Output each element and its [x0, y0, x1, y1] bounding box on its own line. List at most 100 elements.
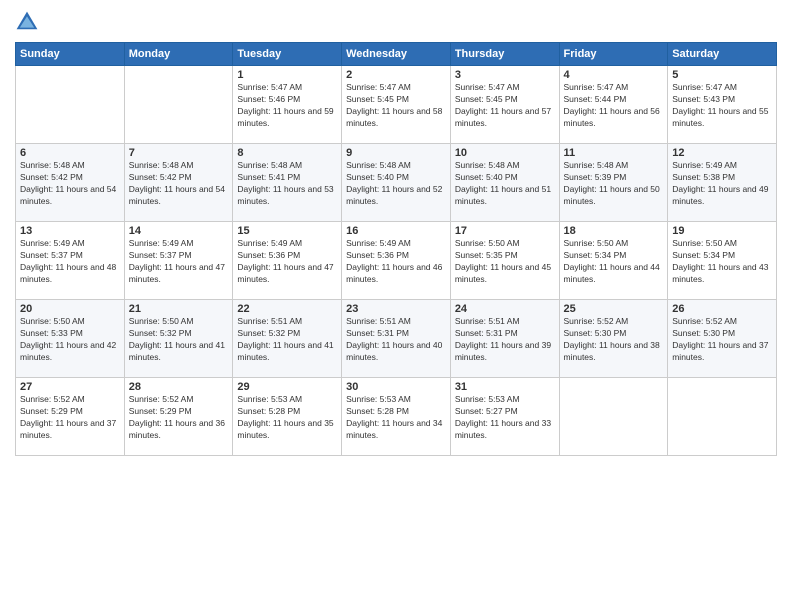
day-info: Sunrise: 5:47 AM Sunset: 5:43 PM Dayligh…	[672, 82, 772, 130]
day-info: Sunrise: 5:48 AM Sunset: 5:40 PM Dayligh…	[455, 160, 555, 208]
day-number: 4	[564, 69, 664, 81]
day-number: 20	[20, 303, 120, 315]
day-number: 29	[237, 381, 337, 393]
day-info: Sunrise: 5:51 AM Sunset: 5:32 PM Dayligh…	[237, 316, 337, 364]
day-number: 8	[237, 147, 337, 159]
calendar-cell: 14Sunrise: 5:49 AM Sunset: 5:37 PM Dayli…	[124, 222, 233, 300]
day-number: 30	[346, 381, 446, 393]
calendar-cell: 3Sunrise: 5:47 AM Sunset: 5:45 PM Daylig…	[450, 66, 559, 144]
calendar-cell: 4Sunrise: 5:47 AM Sunset: 5:44 PM Daylig…	[559, 66, 668, 144]
calendar-cell: 18Sunrise: 5:50 AM Sunset: 5:34 PM Dayli…	[559, 222, 668, 300]
week-row-4: 20Sunrise: 5:50 AM Sunset: 5:33 PM Dayli…	[16, 300, 777, 378]
day-info: Sunrise: 5:53 AM Sunset: 5:28 PM Dayligh…	[237, 394, 337, 442]
day-info: Sunrise: 5:48 AM Sunset: 5:42 PM Dayligh…	[129, 160, 229, 208]
day-number: 14	[129, 225, 229, 237]
calendar-cell: 20Sunrise: 5:50 AM Sunset: 5:33 PM Dayli…	[16, 300, 125, 378]
calendar-cell	[16, 66, 125, 144]
day-number: 26	[672, 303, 772, 315]
calendar-cell: 5Sunrise: 5:47 AM Sunset: 5:43 PM Daylig…	[668, 66, 777, 144]
day-info: Sunrise: 5:50 AM Sunset: 5:34 PM Dayligh…	[672, 238, 772, 286]
day-number: 31	[455, 381, 555, 393]
day-number: 7	[129, 147, 229, 159]
day-info: Sunrise: 5:48 AM Sunset: 5:41 PM Dayligh…	[237, 160, 337, 208]
day-number: 10	[455, 147, 555, 159]
calendar-cell	[124, 66, 233, 144]
day-number: 3	[455, 69, 555, 81]
day-number: 19	[672, 225, 772, 237]
day-info: Sunrise: 5:50 AM Sunset: 5:33 PM Dayligh…	[20, 316, 120, 364]
day-number: 16	[346, 225, 446, 237]
logo	[15, 10, 43, 34]
calendar-cell: 22Sunrise: 5:51 AM Sunset: 5:32 PM Dayli…	[233, 300, 342, 378]
day-number: 22	[237, 303, 337, 315]
day-info: Sunrise: 5:50 AM Sunset: 5:32 PM Dayligh…	[129, 316, 229, 364]
day-info: Sunrise: 5:47 AM Sunset: 5:44 PM Dayligh…	[564, 82, 664, 130]
day-info: Sunrise: 5:49 AM Sunset: 5:37 PM Dayligh…	[20, 238, 120, 286]
day-number: 2	[346, 69, 446, 81]
calendar-cell: 9Sunrise: 5:48 AM Sunset: 5:40 PM Daylig…	[342, 144, 451, 222]
week-row-1: 1Sunrise: 5:47 AM Sunset: 5:46 PM Daylig…	[16, 66, 777, 144]
day-info: Sunrise: 5:49 AM Sunset: 5:37 PM Dayligh…	[129, 238, 229, 286]
header	[15, 10, 777, 34]
calendar-cell: 15Sunrise: 5:49 AM Sunset: 5:36 PM Dayli…	[233, 222, 342, 300]
weekday-header-monday: Monday	[124, 43, 233, 66]
calendar-cell: 21Sunrise: 5:50 AM Sunset: 5:32 PM Dayli…	[124, 300, 233, 378]
day-number: 28	[129, 381, 229, 393]
calendar-cell: 23Sunrise: 5:51 AM Sunset: 5:31 PM Dayli…	[342, 300, 451, 378]
day-info: Sunrise: 5:49 AM Sunset: 5:36 PM Dayligh…	[237, 238, 337, 286]
day-number: 23	[346, 303, 446, 315]
calendar-cell: 31Sunrise: 5:53 AM Sunset: 5:27 PM Dayli…	[450, 378, 559, 456]
day-number: 12	[672, 147, 772, 159]
day-info: Sunrise: 5:53 AM Sunset: 5:27 PM Dayligh…	[455, 394, 555, 442]
calendar-cell	[668, 378, 777, 456]
day-number: 15	[237, 225, 337, 237]
calendar-cell: 26Sunrise: 5:52 AM Sunset: 5:30 PM Dayli…	[668, 300, 777, 378]
calendar-cell: 2Sunrise: 5:47 AM Sunset: 5:45 PM Daylig…	[342, 66, 451, 144]
weekday-header-sunday: Sunday	[16, 43, 125, 66]
calendar-cell: 29Sunrise: 5:53 AM Sunset: 5:28 PM Dayli…	[233, 378, 342, 456]
day-info: Sunrise: 5:52 AM Sunset: 5:29 PM Dayligh…	[20, 394, 120, 442]
calendar-cell: 10Sunrise: 5:48 AM Sunset: 5:40 PM Dayli…	[450, 144, 559, 222]
day-number: 18	[564, 225, 664, 237]
day-number: 24	[455, 303, 555, 315]
day-info: Sunrise: 5:51 AM Sunset: 5:31 PM Dayligh…	[346, 316, 446, 364]
calendar-cell: 12Sunrise: 5:49 AM Sunset: 5:38 PM Dayli…	[668, 144, 777, 222]
day-info: Sunrise: 5:50 AM Sunset: 5:34 PM Dayligh…	[564, 238, 664, 286]
day-info: Sunrise: 5:48 AM Sunset: 5:42 PM Dayligh…	[20, 160, 120, 208]
calendar-cell: 16Sunrise: 5:49 AM Sunset: 5:36 PM Dayli…	[342, 222, 451, 300]
day-number: 13	[20, 225, 120, 237]
week-row-2: 6Sunrise: 5:48 AM Sunset: 5:42 PM Daylig…	[16, 144, 777, 222]
day-number: 6	[20, 147, 120, 159]
day-info: Sunrise: 5:47 AM Sunset: 5:46 PM Dayligh…	[237, 82, 337, 130]
day-number: 17	[455, 225, 555, 237]
day-number: 1	[237, 69, 337, 81]
calendar-cell: 30Sunrise: 5:53 AM Sunset: 5:28 PM Dayli…	[342, 378, 451, 456]
logo-icon	[15, 10, 39, 34]
calendar-cell: 8Sunrise: 5:48 AM Sunset: 5:41 PM Daylig…	[233, 144, 342, 222]
calendar-cell: 25Sunrise: 5:52 AM Sunset: 5:30 PM Dayli…	[559, 300, 668, 378]
day-info: Sunrise: 5:49 AM Sunset: 5:38 PM Dayligh…	[672, 160, 772, 208]
day-number: 9	[346, 147, 446, 159]
day-info: Sunrise: 5:52 AM Sunset: 5:30 PM Dayligh…	[564, 316, 664, 364]
weekday-header-friday: Friday	[559, 43, 668, 66]
calendar-cell	[559, 378, 668, 456]
page: SundayMondayTuesdayWednesdayThursdayFrid…	[0, 0, 792, 612]
day-info: Sunrise: 5:48 AM Sunset: 5:40 PM Dayligh…	[346, 160, 446, 208]
day-info: Sunrise: 5:47 AM Sunset: 5:45 PM Dayligh…	[455, 82, 555, 130]
calendar-cell: 7Sunrise: 5:48 AM Sunset: 5:42 PM Daylig…	[124, 144, 233, 222]
calendar-cell: 19Sunrise: 5:50 AM Sunset: 5:34 PM Dayli…	[668, 222, 777, 300]
day-info: Sunrise: 5:52 AM Sunset: 5:30 PM Dayligh…	[672, 316, 772, 364]
day-info: Sunrise: 5:48 AM Sunset: 5:39 PM Dayligh…	[564, 160, 664, 208]
day-info: Sunrise: 5:47 AM Sunset: 5:45 PM Dayligh…	[346, 82, 446, 130]
week-row-5: 27Sunrise: 5:52 AM Sunset: 5:29 PM Dayli…	[16, 378, 777, 456]
day-info: Sunrise: 5:51 AM Sunset: 5:31 PM Dayligh…	[455, 316, 555, 364]
weekday-header-tuesday: Tuesday	[233, 43, 342, 66]
day-info: Sunrise: 5:53 AM Sunset: 5:28 PM Dayligh…	[346, 394, 446, 442]
day-number: 11	[564, 147, 664, 159]
calendar-cell: 1Sunrise: 5:47 AM Sunset: 5:46 PM Daylig…	[233, 66, 342, 144]
day-number: 5	[672, 69, 772, 81]
day-number: 21	[129, 303, 229, 315]
day-info: Sunrise: 5:50 AM Sunset: 5:35 PM Dayligh…	[455, 238, 555, 286]
calendar-cell: 11Sunrise: 5:48 AM Sunset: 5:39 PM Dayli…	[559, 144, 668, 222]
day-number: 25	[564, 303, 664, 315]
